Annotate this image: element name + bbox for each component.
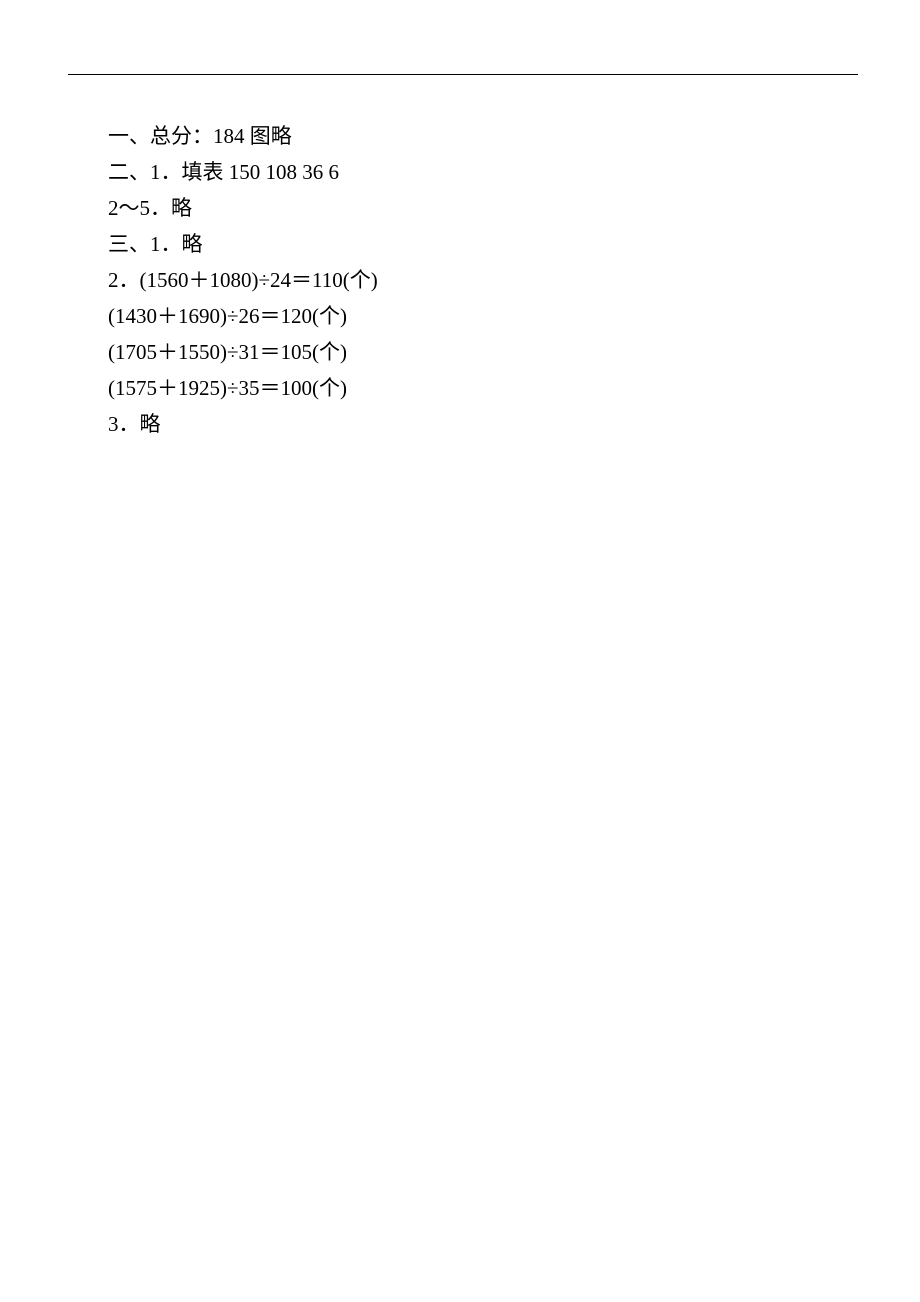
line-section-3-item-2-eq1: 2．(1560＋1080)÷24＝110(个) <box>108 262 812 298</box>
line-section-3-item-2-eq2: (1430＋1690)÷26＝120(个) <box>108 298 812 334</box>
line-section-2-item-1: 二、1．填表 150 108 36 6 <box>108 154 812 190</box>
answer-key-content: 一、总分：184 图略 二、1．填表 150 108 36 6 2～5．略 三、… <box>108 118 812 442</box>
line-section-3-item-1: 三、1．略 <box>108 226 812 262</box>
page: 一、总分：184 图略 二、1．填表 150 108 36 6 2～5．略 三、… <box>0 0 920 1302</box>
header-rule <box>68 74 858 75</box>
line-section-1: 一、总分：184 图略 <box>108 118 812 154</box>
line-section-3-item-2-eq4: (1575＋1925)÷35＝100(个) <box>108 370 812 406</box>
line-section-2-items-2-5: 2～5．略 <box>108 190 812 226</box>
line-section-3-item-3: 3．略 <box>108 406 812 442</box>
line-section-3-item-2-eq3: (1705＋1550)÷31＝105(个) <box>108 334 812 370</box>
